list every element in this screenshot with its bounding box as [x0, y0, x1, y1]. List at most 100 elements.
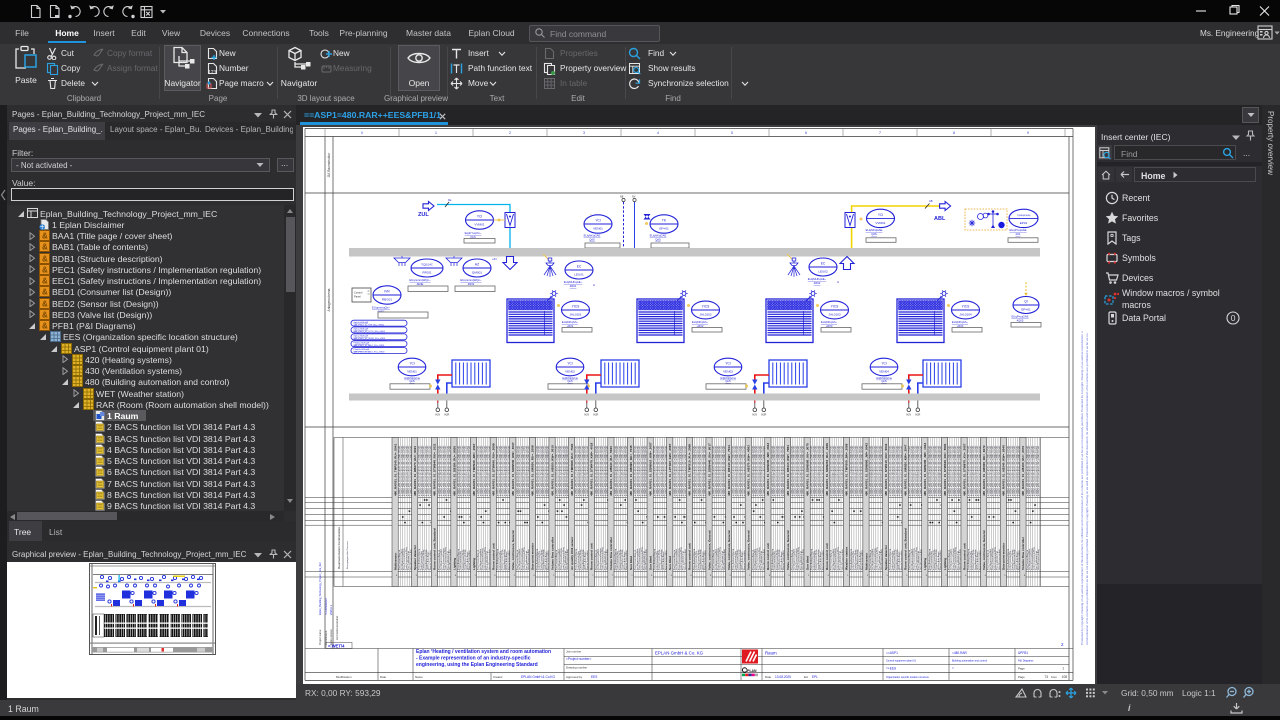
svg-text:H2R: H2R: [593, 414, 598, 417]
svg-text:&: &: [42, 277, 48, 286]
svg-text:0: 0: [1231, 313, 1236, 323]
svg-text:480_RAR01_01_SDW440_XU=_6017: 480_RAR01_01_SDW440_XU=_6017: [707, 443, 711, 496]
svg-text:communication of its contents: communication of its contents are prohib…: [1085, 333, 1089, 645]
svg-text:Sun blind: Sun blind: [668, 556, 672, 570]
svg-text:Dew point monitor: Dew point monitor: [531, 542, 535, 570]
svg-text:P&I Diagrams: P&I Diagrams: [1018, 660, 1034, 663]
svg-text:VEN01: VEN01: [407, 370, 417, 374]
svg-text:480_RAR01_01_XW530_RU=_2058: 480_RAR01_01_XW530_RU=_2058: [531, 445, 535, 496]
svg-text:Project name: Project name: [318, 629, 322, 645]
svg-text:4R02: 4R02: [468, 282, 475, 286]
svg-text:- Example representation of an: - Example representation of an industry-…: [416, 656, 531, 662]
svg-text:Job number: Job number: [566, 650, 581, 654]
svg-text:GqStXqqVme: GqStXqqVme: [876, 376, 892, 380]
svg-text:4U1: 4U1: [1015, 232, 1021, 236]
svg-text:Room control unit: Room control unit: [688, 543, 692, 570]
svg-text:H2V: H2V: [906, 414, 911, 417]
svg-text:Weather station: Weather station: [845, 547, 849, 570]
svg-text:Raum: Raum: [765, 651, 777, 656]
svg-text:480_RAR01_01_XW390_RU=_7045: 480_RAR01_01_XW390_RU=_7045: [629, 445, 633, 496]
svg-text:H2V: H2V: [584, 414, 589, 417]
svg-text:&: &: [42, 243, 48, 252]
svg-text:480_RAR01_01_SDW910_KW=_3057: 480_RAR01_01_SDW910_KW=_3057: [648, 442, 652, 496]
svg-text:&: &: [42, 265, 48, 274]
svg-text:480_RAR01_01_DB140_KW=_7044: 480_RAR01_01_DB140_KW=_7044: [727, 445, 731, 496]
svg-text:QeS: QeS: [409, 379, 414, 383]
svg-text:PLAN: PLAN: [747, 669, 757, 673]
svg-text:Bewegungsmelder Praesenz: Bewegungsmelder Praesenz: [346, 541, 349, 569]
svg-text:YCl: YCl: [878, 213, 884, 217]
svg-text:GqStXqqVme: GqStXqqVme: [720, 376, 736, 380]
svg-text:JAL0104: JAL0104: [959, 313, 971, 317]
svg-text:Raumautomation Funktionsliste: Raumautomation Funktionsliste: [337, 527, 341, 569]
svg-text:1: 1: [1062, 667, 1064, 671]
svg-text:VVM01: VVM01: [875, 221, 885, 225]
svg-text:EPL: EPL: [812, 675, 818, 679]
svg-text:YCl: YCl: [477, 215, 483, 219]
svg-text:Ed.: Ed.: [804, 675, 809, 679]
svg-text:73: 73: [1044, 675, 1048, 679]
svg-text:Lighting: Lighting: [452, 558, 456, 570]
svg-text:LEU02: LEU02: [818, 270, 828, 274]
svg-text:Room control unit: Room control unit: [492, 543, 496, 570]
svg-text:480_RAR01_01_STW870_XU=_3057: 480_RAR01_01_STW870_XU=_3057: [962, 443, 966, 496]
svg-text:Organization specific location: Organization specific location structure: [886, 676, 930, 679]
svg-text:EC: EC: [821, 262, 826, 266]
svg-text:Speaker detector: Speaker detector: [884, 544, 888, 570]
svg-text:+Z4: +Z4: [492, 257, 497, 261]
svg-text:NV: NV: [632, 196, 636, 199]
svg-text:480_RAR01_01_SDW600_JW=_3043: 480_RAR01_01_SDW600_JW=_3043: [766, 443, 770, 496]
svg-text:Multisensor: Multisensor: [393, 552, 397, 570]
svg-text:EP01: EP01: [1020, 221, 1028, 225]
svg-text:Sun blind: Sun blind: [648, 556, 652, 570]
svg-text:QdS: QdS: [655, 238, 661, 242]
svg-text:NB: NB: [620, 196, 624, 199]
svg-text:H2R: H2R: [761, 414, 766, 417]
svg-text:EC: EC: [577, 265, 582, 269]
svg-text:H2R: H2R: [444, 414, 449, 417]
svg-text:GA Raumstruktur: GA Raumstruktur: [327, 152, 331, 177]
svg-text:480_RAR01_01_AB370_KW=_4093: 480_RAR01_01_AB370_KW=_4093: [747, 445, 751, 496]
svg-text:&: &: [42, 310, 48, 319]
svg-text:engineering, using the Eplan E: engineering, using the Eplan Engineering…: [416, 662, 538, 668]
svg-text:Control: Control: [354, 291, 363, 295]
svg-text:480_RAR01_01_TMP310_XU=_3069: 480_RAR01_01_TMP310_XU=_3069: [688, 444, 692, 496]
svg-text:EPLAN GmbH & Co.KG: EPLAN GmbH & Co.KG: [521, 675, 556, 679]
svg-text:13.08.2025: 13.08.2025: [775, 675, 791, 679]
svg-text:from: from: [1051, 675, 1057, 679]
svg-text:TQME(R)E(A): TQME(R)E(A): [1017, 214, 1031, 217]
svg-text:Valve, continuous, General: Valve, continuous, General: [747, 530, 751, 570]
svg-text:&: &: [42, 288, 48, 297]
svg-text:qAB_EW01_01_LPTO_SU=_0W03: qAB_EW01_01_LPTO_SU=_0W03: [354, 330, 386, 333]
svg-text:Control equipment plant 01: Control equipment plant 01: [886, 660, 917, 663]
svg-text:Panel: Panel: [354, 295, 361, 299]
svg-text:4Q05: 4Q05: [1017, 319, 1024, 323]
svg-text:4E4E: 4E4E: [417, 282, 424, 286]
svg-text:=+EES: =+EES: [886, 667, 896, 671]
svg-text:480_RAR01_01_SDW300_JW=_1043: 480_RAR01_01_SDW300_JW=_1043: [923, 443, 927, 496]
svg-text:480_RAR01_01_AB940_XU=_5020: 480_RAR01_01_AB940_XU=_5020: [609, 446, 613, 496]
svg-text:JAL0102: JAL0102: [699, 313, 711, 317]
svg-text:Protected by copyright. Passin: Protected by copyright. Passing on as we…: [1080, 331, 1084, 645]
svg-text:<Commission>: <Commission>: [324, 597, 328, 615]
svg-text:==ASP1: ==ASP1: [886, 651, 898, 655]
svg-text:GqStXqqVme: GqStXqqVme: [404, 376, 420, 380]
svg-text:Valve, continuous, General: Valve, continuous, General: [786, 530, 790, 570]
svg-text:Approved by: Approved by: [566, 675, 583, 679]
svg-text:Modification: Modification: [336, 675, 352, 679]
svg-text:YCl: YCl: [725, 362, 731, 366]
svg-text:EES: EES: [591, 675, 597, 679]
svg-text:qAB_EW01_01_AB,O_FU=_9W03: qAB_EW01_01_AB,O_FU=_9W03: [354, 351, 386, 354]
svg-text:480_RAR01_01_SDW530_KW=_3037: 480_RAR01_01_SDW530_KW=_3037: [511, 442, 515, 496]
svg-text:480_RAR01_01_DB390_RU=_9035: 480_RAR01_01_DB390_RU=_9035: [452, 446, 456, 496]
svg-text:Room control unit: Room control unit: [825, 543, 829, 570]
svg-text:RBG01: RBG01: [382, 298, 392, 302]
svg-text:JAL0103: JAL0103: [828, 313, 840, 317]
svg-text:480_RAR01_01_XW300_RU=_6072: 480_RAR01_01_XW300_RU=_6072: [982, 445, 986, 496]
svg-text:QM001: QM001: [472, 271, 482, 275]
svg-text:480_RAR01_01_TMP680_RU=_7020: 480_RAR01_01_TMP680_RU=_7020: [570, 444, 574, 496]
svg-text:4R02: 4R02: [814, 281, 821, 285]
svg-text:H2R: H2R: [915, 414, 920, 417]
svg-text:4R01: 4R01: [570, 284, 577, 288]
svg-text:480_RAR01_01_SDW860_JW=_9042: 480_RAR01_01_SDW860_JW=_9042: [864, 443, 868, 496]
